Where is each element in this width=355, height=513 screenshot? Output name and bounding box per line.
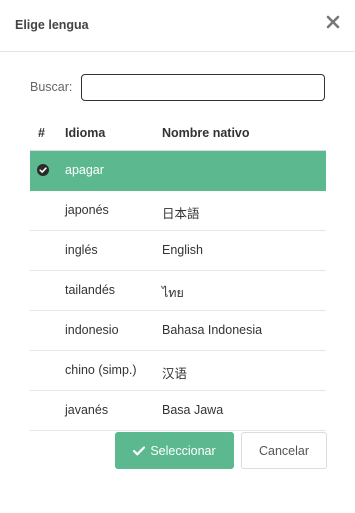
- row-native-name: 日本語: [162, 207, 200, 221]
- cancel-button-label: Cancelar: [258, 443, 310, 458]
- row-language: tailandés: [65, 283, 116, 297]
- row-language: apagar: [65, 163, 104, 177]
- row-language: javanés: [65, 403, 109, 417]
- language-table: # Idioma Nombre nativo apagar japonés 日本…: [30, 115, 326, 431]
- table-row[interactable]: japonés 日本語: [30, 191, 326, 231]
- search-label: Buscar:: [30, 80, 73, 94]
- table-row[interactable]: indonesio Bahasa Indonesia: [30, 311, 326, 351]
- table-row[interactable]: chino (simp.) 汉语: [30, 351, 326, 391]
- cancel-button[interactable]: Cancelar: [241, 432, 327, 469]
- table-header: # Idioma Nombre nativo: [30, 115, 326, 151]
- check-icon: [133, 445, 146, 456]
- dialog-header: Elige lengua: [0, 0, 355, 52]
- search-row: Buscar:: [30, 74, 326, 102]
- language-dialog: Elige lengua Buscar: # Idioma Nombre nat…: [0, 0, 355, 513]
- table-row[interactable]: tailandés ไทย: [30, 271, 326, 311]
- row-language: indonesio: [65, 323, 119, 337]
- select-button-label: Seleccionar: [150, 443, 216, 458]
- row-native-name: Bahasa Indonesia: [162, 323, 263, 337]
- row-native-name: Basa Jawa: [162, 403, 224, 417]
- search-input[interactable]: [81, 74, 325, 101]
- dialog-footer: Seleccionar Cancelar: [0, 432, 355, 472]
- row-native-name: ไทย: [162, 286, 184, 300]
- dialog-title: Elige lengua: [15, 18, 89, 32]
- row-language: japonés: [65, 203, 109, 217]
- select-button[interactable]: Seleccionar: [115, 432, 234, 469]
- table-row[interactable]: apagar: [30, 151, 326, 191]
- column-header-native-name: Nombre nativo: [162, 126, 250, 140]
- table-row[interactable]: inglés English: [30, 231, 326, 271]
- column-header-language: Idioma: [65, 126, 106, 140]
- row-language: chino (simp.): [65, 363, 137, 377]
- row-native-name: 汉语: [162, 367, 188, 381]
- row-native-name: English: [162, 243, 203, 257]
- row-language: inglés: [65, 243, 98, 257]
- close-icon[interactable]: [325, 14, 341, 30]
- check-circle-icon: [37, 164, 49, 176]
- table-row[interactable]: javanés Basa Jawa: [30, 391, 326, 431]
- column-header-number: #: [38, 126, 45, 140]
